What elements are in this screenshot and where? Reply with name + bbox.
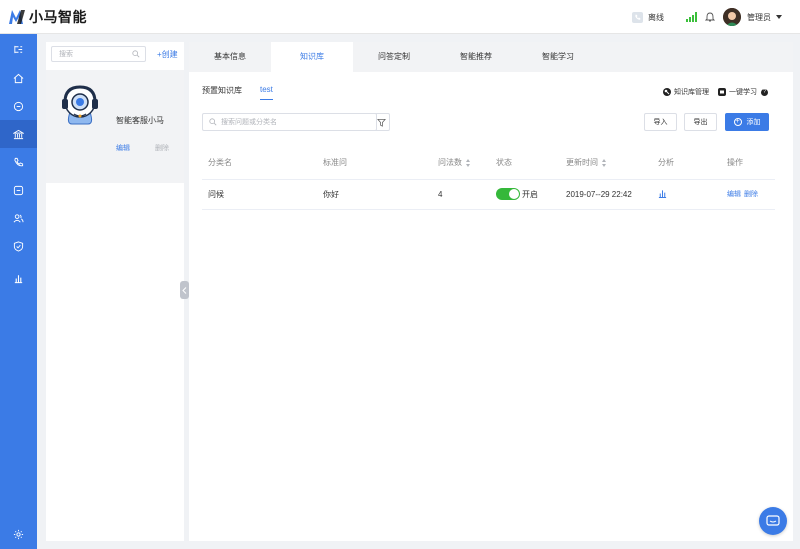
tab-qa-custom[interactable]: 问答定制 xyxy=(353,42,435,72)
cell-actions: 编辑 删除 xyxy=(721,179,775,210)
tab-knowledge-base[interactable]: 知识库 xyxy=(271,42,353,72)
bar-chart-icon[interactable] xyxy=(0,264,37,292)
chevron-left-icon xyxy=(182,286,187,294)
plus-circle-icon: + xyxy=(733,118,742,126)
tab-smart-learning[interactable]: 智能学习 xyxy=(517,42,599,72)
phone-icon[interactable] xyxy=(632,11,643,23)
kb-table: 分类名 标准问 问法数 状态 更新时间 分析 操作 问候 你好 4 开启 201… xyxy=(202,146,775,210)
users-icon[interactable] xyxy=(0,204,37,232)
bot-search-input[interactable]: 搜索 xyxy=(51,46,146,62)
subtab-test[interactable]: test xyxy=(260,85,273,100)
bot-search-placeholder: 搜索 xyxy=(59,51,73,58)
one-click-learn-label: 一键学习 xyxy=(729,89,757,96)
dashboard-icon[interactable] xyxy=(0,92,37,120)
bot-card[interactable]: 智能客服小马 编辑 删除 xyxy=(46,70,184,183)
col-standard-question: 标准问 xyxy=(317,146,432,180)
import-button[interactable]: 导入 xyxy=(644,113,677,131)
tab-smart-recommend[interactable]: 智能推荐 xyxy=(435,42,517,72)
bot-name: 智能客服小马 xyxy=(116,116,164,125)
kb-search-input[interactable]: 搜索问题或分类名 xyxy=(202,113,377,131)
row-edit-link[interactable]: 编辑 xyxy=(727,191,741,198)
subtabs: 预置知识库 test xyxy=(202,85,291,100)
bot-delete-link[interactable]: 删除 xyxy=(155,143,169,153)
filter-button[interactable] xyxy=(374,113,390,131)
cell-updated: 2019-07--29 22:42 xyxy=(560,179,652,210)
export-button[interactable]: 导出 xyxy=(684,113,717,131)
add-label: 添加 xyxy=(746,119,761,126)
chevron-down-icon[interactable] xyxy=(776,15,782,19)
main-panel: 基本信息 知识库 问答定制 智能推荐 智能学习 预置知识库 test 知识库管理… xyxy=(189,42,793,541)
tab-basic-info[interactable]: 基本信息 xyxy=(189,42,271,72)
subtab-preset-kb[interactable]: 预置知识库 xyxy=(202,85,242,100)
kb-manage-label: 知识库管理 xyxy=(674,89,709,96)
chat-support-button[interactable] xyxy=(759,507,787,535)
nav-flow-icon[interactable] xyxy=(0,35,37,63)
col-actions: 操作 xyxy=(721,146,775,180)
key-icon xyxy=(663,88,671,96)
cell-category: 问候 xyxy=(202,179,317,210)
create-bot-button[interactable]: +创建 xyxy=(157,49,178,60)
status-text: 离线 xyxy=(648,12,664,22)
shield-icon[interactable] xyxy=(0,232,37,260)
add-button[interactable]: + 添加 xyxy=(725,113,769,131)
signal-icon xyxy=(686,12,697,22)
col-status: 状态 xyxy=(490,146,560,180)
search-icon xyxy=(209,118,217,128)
phone-nav-icon[interactable] xyxy=(0,148,37,176)
cell-count: 4 xyxy=(432,179,490,210)
logo-mark-icon xyxy=(8,9,26,25)
analysis-chart-icon[interactable] xyxy=(658,189,667,198)
col-analysis: 分析 xyxy=(652,146,721,180)
collapse-panel-handle[interactable] xyxy=(180,281,189,299)
status-toggle[interactable] xyxy=(496,188,520,200)
tab-bar: 基本信息 知识库 问答定制 智能推荐 智能学习 xyxy=(189,42,793,72)
help-icon[interactable]: ? xyxy=(761,88,768,96)
left-nav xyxy=(0,34,37,549)
kb-manage-button[interactable]: 知识库管理 xyxy=(663,87,709,97)
learn-icon xyxy=(718,88,726,96)
bank-icon[interactable] xyxy=(0,120,37,148)
bot-edit-link[interactable]: 编辑 xyxy=(116,143,130,153)
logo-text: 小马智能 xyxy=(29,9,87,25)
status-label: 开启 xyxy=(522,189,538,199)
sort-icon[interactable] xyxy=(602,158,607,167)
admin-name[interactable]: 管理员 xyxy=(747,12,771,23)
col-count[interactable]: 问法数 xyxy=(432,146,490,180)
gear-icon[interactable] xyxy=(0,520,37,548)
home-icon[interactable] xyxy=(0,64,37,92)
one-click-learn-button[interactable]: 一键学习 ? xyxy=(718,87,768,97)
filter-icon xyxy=(377,118,386,127)
table-row: 问候 你好 4 开启 2019-07--29 22:42 编辑 删除 xyxy=(202,179,775,210)
app-logo[interactable]: 小马智能 xyxy=(8,8,87,26)
col-updated[interactable]: 更新时间 xyxy=(560,146,652,180)
cell-analysis xyxy=(652,179,721,210)
table-header-row: 分类名 标准问 问法数 状态 更新时间 分析 操作 xyxy=(202,146,775,180)
kb-search-placeholder: 搜索问题或分类名 xyxy=(221,119,277,126)
sort-icon[interactable] xyxy=(466,158,471,167)
chat-icon[interactable] xyxy=(0,176,37,204)
row-delete-link[interactable]: 删除 xyxy=(744,191,758,198)
top-bar: 小马智能 离线 管理员 xyxy=(0,0,800,34)
avatar[interactable] xyxy=(723,8,741,26)
search-icon xyxy=(132,50,140,60)
robot-avatar-icon xyxy=(58,82,102,126)
col-category: 分类名 xyxy=(202,146,317,180)
chat-bubble-icon xyxy=(766,514,780,526)
bell-icon[interactable] xyxy=(705,12,715,22)
cell-standard-question: 你好 xyxy=(317,179,432,210)
cell-status: 开启 xyxy=(490,179,560,210)
bot-panel: 搜索 +创建 智能客服小马 编辑 删除 xyxy=(46,42,184,541)
